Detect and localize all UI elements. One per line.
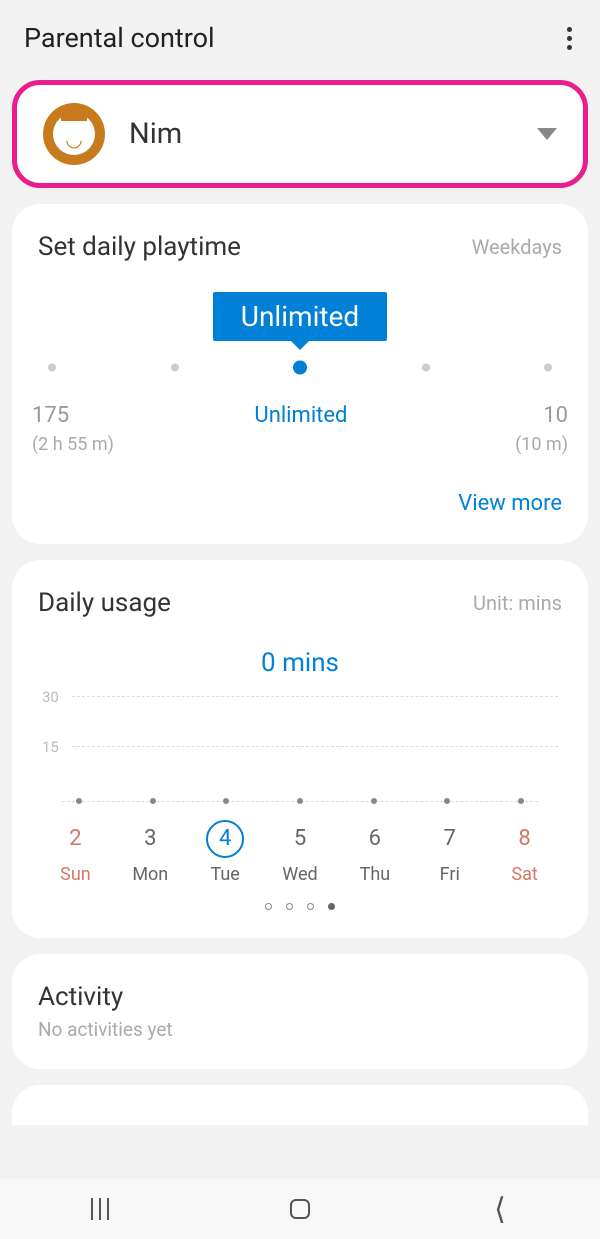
day-wed[interactable]: 5Wed bbox=[263, 820, 338, 885]
grid-label: 15 bbox=[42, 738, 59, 756]
slider-thumb[interactable] bbox=[293, 361, 307, 375]
usage-title: Daily usage bbox=[38, 588, 171, 618]
slider-tick bbox=[48, 364, 56, 372]
nav-back-button[interactable]: ⟨ bbox=[440, 1192, 560, 1227]
usage-card: Daily usage Unit: mins 0 mins 30 15 2Sun… bbox=[12, 560, 588, 938]
playtime-slider[interactable] bbox=[48, 359, 552, 379]
day-selector[interactable]: 2Sun 3Mon 4Tue 5Wed 6Thu 7Fri 8Sat bbox=[38, 820, 562, 885]
usage-value: 0 mins bbox=[38, 648, 562, 678]
recents-icon bbox=[91, 1198, 109, 1220]
playtime-mode[interactable]: Weekdays bbox=[472, 235, 562, 259]
activity-subtitle: No activities yet bbox=[38, 1018, 562, 1041]
nav-recents-button[interactable] bbox=[40, 1200, 160, 1218]
profile-name: Nim bbox=[129, 117, 513, 151]
avatar-icon bbox=[43, 103, 105, 165]
day-mon[interactable]: 3Mon bbox=[113, 820, 188, 885]
slider-tick bbox=[171, 364, 179, 372]
activity-title: Activity bbox=[38, 982, 562, 1012]
grid-label: 30 bbox=[42, 688, 59, 706]
day-sat[interactable]: 8Sat bbox=[487, 820, 562, 885]
view-more-link[interactable]: View more bbox=[38, 491, 562, 516]
chevron-down-icon bbox=[537, 128, 557, 140]
back-icon: ⟨ bbox=[494, 1192, 506, 1227]
slider-label-center: Unlimited bbox=[254, 403, 347, 455]
playtime-tooltip: Unlimited bbox=[213, 292, 387, 341]
day-thu[interactable]: 6Thu bbox=[337, 820, 412, 885]
page-indicator[interactable] bbox=[38, 903, 562, 910]
playtime-card: Set daily playtime Weekdays Unlimited 17… bbox=[12, 204, 588, 544]
usage-unit: Unit: mins bbox=[473, 591, 562, 615]
slider-tick bbox=[544, 364, 552, 372]
slider-label-right: 10 (10 m) bbox=[488, 403, 568, 455]
next-card[interactable] bbox=[12, 1085, 588, 1125]
nav-home-button[interactable] bbox=[240, 1199, 360, 1219]
page-title: Parental control bbox=[24, 22, 215, 54]
more-options-icon[interactable] bbox=[563, 23, 576, 54]
playtime-title: Set daily playtime bbox=[38, 232, 241, 262]
day-fri[interactable]: 7Fri bbox=[412, 820, 487, 885]
activity-card[interactable]: Activity No activities yet bbox=[12, 954, 588, 1069]
slider-tick bbox=[422, 364, 430, 372]
day-tue[interactable]: 4Tue bbox=[188, 820, 263, 885]
home-icon bbox=[290, 1199, 310, 1219]
navigation-bar: ⟨ bbox=[0, 1179, 600, 1239]
day-sun[interactable]: 2Sun bbox=[38, 820, 113, 885]
slider-label-left: 175 (2 h 55 m) bbox=[32, 403, 114, 455]
usage-chart: 30 15 bbox=[42, 696, 558, 816]
profile-selector[interactable]: Nim bbox=[12, 80, 588, 188]
